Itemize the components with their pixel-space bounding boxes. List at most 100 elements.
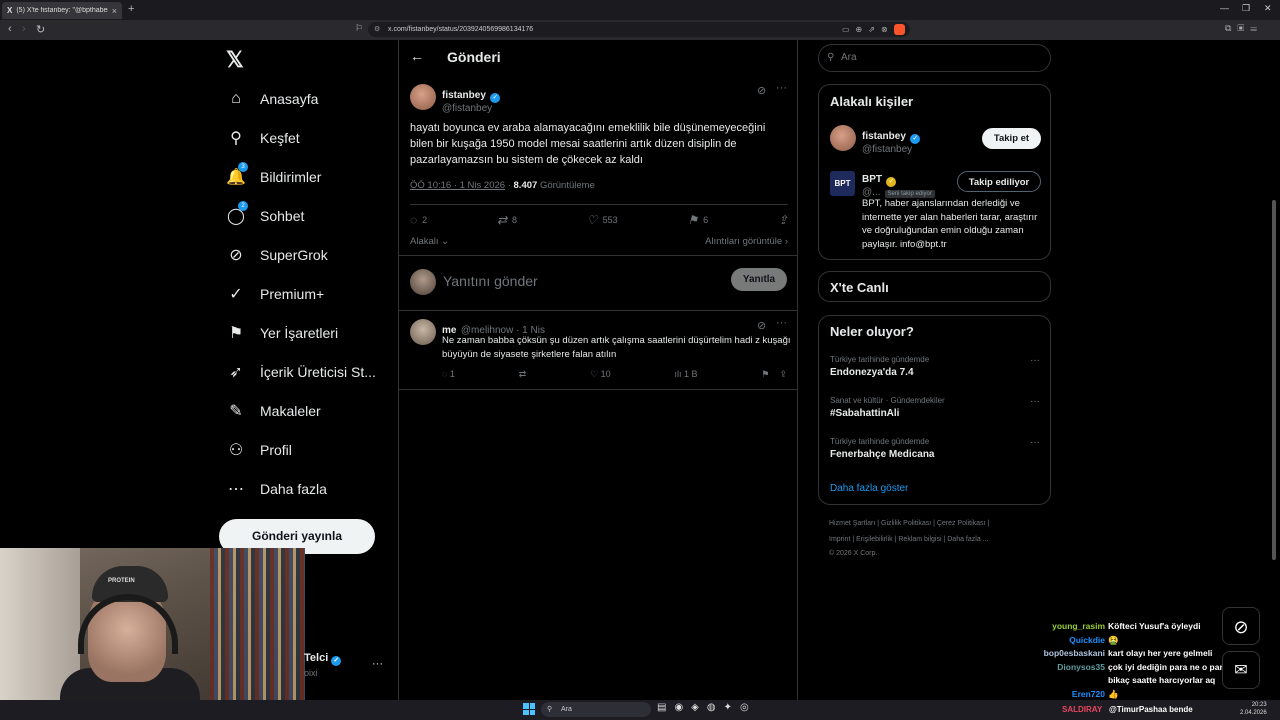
more-options-icon[interactable]: ···	[1030, 437, 1040, 448]
bookmark-page-icon[interactable]: ⚐	[355, 23, 363, 34]
retweet-action[interactable]: ⇄	[519, 369, 527, 380]
reply-action[interactable]: ◌ 1	[442, 369, 455, 380]
bookmark-action[interactable]: ⚑ 6	[687, 213, 708, 227]
like-action[interactable]: ♡ 553	[587, 213, 618, 227]
nav-item-supergrok[interactable]: ⊘ SuperGrok	[226, 240, 327, 270]
footer-links[interactable]: Hizmet Şartları | Gizlilik Politikası | …	[829, 520, 989, 527]
author-handle[interactable]: @fistanbey	[442, 103, 500, 114]
related-avatar[interactable]	[830, 125, 856, 151]
reply-button[interactable]: Yanıtla	[731, 268, 787, 291]
related-name[interactable]: fistanbey	[862, 131, 906, 142]
reply-count: 1	[449, 369, 455, 379]
more-options-icon[interactable]: ···	[776, 82, 787, 94]
tweet-timestamp[interactable]: ÖÖ 10:16 · 1 Nis 2026	[410, 180, 505, 191]
sort-label: Alakalı	[410, 236, 439, 247]
follow-button[interactable]: Takip et	[982, 128, 1041, 149]
minimize-icon[interactable]: —	[1220, 3, 1229, 13]
grok-analyze-icon[interactable]: ⊘	[757, 84, 766, 97]
site-info-icon[interactable]: ⚙	[374, 22, 380, 37]
nav-item-bildirimler[interactable]: 🔔 3 Bildirimler	[226, 162, 321, 192]
url-action-icons[interactable]: ▭⊕⇗⊗	[842, 22, 894, 37]
maximize-icon[interactable]: ❐	[1242, 3, 1250, 14]
bookmark-share[interactable]: ⚑ ⇪	[761, 369, 787, 380]
browser-tabbar: X (5) X'te fistanbey: "@bpthaber h... × …	[0, 0, 1280, 20]
divider	[410, 204, 788, 205]
more-options-icon[interactable]: ···	[1030, 355, 1040, 366]
brave-shield-icon[interactable]	[894, 24, 905, 35]
chat-text: kart olayı her yere gelmeli	[1108, 648, 1213, 658]
browser-tab[interactable]: X (5) X'te fistanbey: "@bpthaber h... ×	[2, 2, 122, 19]
retweet-action[interactable]: ⇄ 8	[497, 213, 517, 227]
nav-item-daha-fazla[interactable]: ⋯ Daha fazla	[226, 474, 327, 504]
windows-start-icon[interactable]	[523, 703, 535, 715]
tab-title: (5) X'te fistanbey: "@bpthaber h...	[16, 7, 108, 14]
show-more-link[interactable]: Daha fazla göster	[830, 483, 908, 494]
reply-input[interactable]: Yanıtını gönder	[443, 273, 538, 289]
more-options-icon[interactable]: ···	[776, 317, 787, 329]
taskbar-search[interactable]: ⚲ Ara	[541, 702, 651, 717]
back-arrow-icon[interactable]: ←	[410, 48, 424, 64]
url-bar[interactable]: ⚙ x.com/fistanbey/status/203924056998613…	[368, 22, 910, 37]
reply-text: Ne zaman babba çöksün şu düzen artık çal…	[442, 335, 791, 360]
views-action[interactable]: ılı 1 B	[674, 369, 697, 380]
sort-dropdown[interactable]: Alakalı ⌄	[410, 236, 449, 247]
search-icon: ⚲	[827, 52, 835, 63]
browser-extension-icons[interactable]: ⧉▣☰	[1225, 23, 1263, 34]
nav-item-anasayfa[interactable]: ⌂ Anasayfa	[226, 84, 318, 114]
retweet-count: 8	[512, 215, 518, 225]
author-name[interactable]: fistanbey	[442, 90, 486, 101]
reply-author-avatar[interactable]	[410, 319, 436, 345]
nav-item-keşfet[interactable]: ⚲ Keşfet	[226, 123, 300, 153]
author-avatar[interactable]	[410, 84, 436, 110]
live-card[interactable]: X'te Canlı	[818, 271, 1051, 302]
heart-icon: ♡	[590, 369, 599, 379]
nav-item-sohbet[interactable]: ◯ 2 Sohbet	[226, 201, 304, 231]
trend-item[interactable]: Türkiye tarihinde gündemde Fenerbahçe Me…	[830, 437, 1040, 460]
trend-item[interactable]: Sanat ve kültür · Gündemdekiler #Sabahat…	[830, 396, 1040, 419]
chat-username: Quickdie	[1069, 634, 1105, 645]
x-logo-icon[interactable]: 𝕏	[226, 47, 244, 73]
like-action[interactable]: ♡ 10	[590, 369, 611, 380]
reply-tweet[interactable]: me @melihnow · 1 Nis ⊘ ··· Ne zaman babb…	[399, 312, 797, 390]
trend-item[interactable]: Türkiye tarihinde gündemde Endonezya'da …	[830, 355, 1040, 378]
messages-floating-icon[interactable]: ✉	[1222, 651, 1260, 689]
grok-analyze-icon[interactable]: ⊘	[757, 319, 766, 332]
rocket-icon: ➶	[229, 364, 243, 381]
close-window-icon[interactable]: ✕	[1264, 3, 1272, 14]
nav-item-profil[interactable]: ⚇ Profil	[226, 435, 292, 465]
new-tab-icon[interactable]: +	[128, 3, 134, 15]
view-quotes-link[interactable]: Alıntıları görüntüle ›	[705, 236, 788, 247]
nav-item-i-çerik-üreticisi-st-[interactable]: ➶ İçerik Üreticisi St...	[226, 357, 376, 387]
taskbar-clock[interactable]: 20:23 2.04.2026	[1240, 701, 1267, 717]
page-scrollbar[interactable]	[1272, 200, 1276, 560]
account-handle[interactable]: oixi	[304, 668, 318, 678]
related-handle[interactable]: @fistanbey	[862, 144, 920, 155]
account-name[interactable]: Telci ✓	[304, 652, 342, 666]
stream-chat: young_rasim Köfteci Yusuf'a öyleydi Quickd…	[1000, 620, 1241, 701]
close-tab-icon[interactable]: ×	[112, 6, 117, 16]
bpt-name[interactable]: BPT	[862, 174, 882, 185]
footer-links-2[interactable]: Imprint | Erişilebilirlik | Reklam bilgi…	[829, 536, 989, 543]
back-icon[interactable]: ‹	[8, 23, 12, 35]
nav-item-yer-i-şaretleri[interactable]: ⚑ Yer İşaretleri	[226, 318, 338, 348]
more-options-icon[interactable]: ···	[1030, 396, 1040, 407]
tweet-meta: ÖÖ 10:16 · 1 Nis 2026 · 8.407 Görüntülem…	[410, 180, 595, 191]
forward-icon[interactable]: ›	[22, 23, 26, 35]
webcam-cap-text: PROTEIN	[108, 578, 135, 584]
share-icon: ⇪	[779, 369, 787, 379]
own-avatar[interactable]	[410, 269, 436, 295]
share-action[interactable]: ⇪	[778, 213, 788, 227]
nav-item-premium-[interactable]: ✓ Premium+	[226, 279, 324, 309]
chat-text: 🤮	[1108, 634, 1119, 645]
account-more-icon[interactable]: ···	[372, 658, 383, 670]
search-input[interactable]: ⚲ Ara	[818, 44, 1051, 72]
tweet-actions: ◌ 2 ⇄ 8 ♡ 553 ⚑ 6 ⇪	[410, 213, 788, 227]
reply-action[interactable]: ◌ 2	[410, 213, 427, 227]
taskbar-app-icons[interactable]: ▤◉◈◍✦◎	[657, 702, 757, 713]
following-button[interactable]: Takip ediliyor	[957, 171, 1041, 192]
grok-floating-icon[interactable]: ⊘	[1222, 607, 1260, 645]
author-info: fistanbey ✓ @fistanbey	[442, 85, 501, 114]
reload-icon[interactable]: ↻	[36, 23, 45, 36]
nav-item-makaleler[interactable]: ✎ Makaleler	[226, 396, 320, 426]
bpt-logo[interactable]: BPT	[830, 171, 855, 196]
